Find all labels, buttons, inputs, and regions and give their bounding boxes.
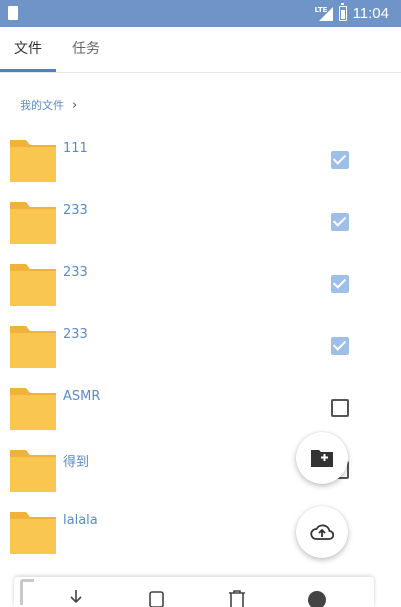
tab-files[interactable]: 文件: [0, 27, 56, 72]
folder-icon: [10, 264, 56, 306]
file-row[interactable]: 111: [0, 128, 401, 190]
file-checkbox[interactable]: [331, 399, 349, 417]
file-checkbox[interactable]: [331, 337, 349, 355]
file-row[interactable]: 233: [0, 252, 401, 314]
file-checkbox[interactable]: [331, 275, 349, 293]
tab-tasks[interactable]: 任务: [58, 27, 114, 72]
file-name: 得到: [63, 455, 90, 470]
folder-icon: [10, 512, 56, 554]
more-icon[interactable]: [306, 587, 328, 607]
file-name: 111: [63, 141, 88, 156]
chevron-right-icon: ›: [72, 97, 78, 113]
folder-icon: [10, 450, 56, 492]
breadcrumb-my-files[interactable]: 我的文件: [20, 97, 64, 113]
file-row[interactable]: 233: [0, 190, 401, 252]
file-checkbox[interactable]: [331, 213, 349, 231]
file-checkbox[interactable]: [331, 151, 349, 169]
delete-icon[interactable]: [226, 587, 248, 607]
folder-icon: [10, 388, 56, 430]
sim-card-icon: [8, 6, 18, 20]
cloud-upload-icon: [310, 524, 334, 540]
status-bar: LTE 11:04: [0, 0, 401, 27]
tab-bar: 文件 任务: [0, 27, 401, 72]
upload-button[interactable]: [296, 506, 348, 558]
file-row[interactable]: ASMR: [0, 376, 401, 438]
breadcrumb[interactable]: 我的文件 ›: [20, 96, 77, 114]
lte-signal-icon: LTE: [315, 6, 333, 22]
folder-icon: [10, 202, 56, 244]
file-row[interactable]: 233: [0, 314, 401, 376]
file-name: 233: [63, 203, 88, 218]
status-bar-right: LTE 11:04: [315, 0, 389, 27]
tab-divider: [0, 72, 401, 73]
download-icon[interactable]: [65, 587, 87, 607]
status-clock: 11:04: [352, 5, 389, 22]
new-folder-icon: [311, 450, 333, 467]
file-name: ASMR: [63, 389, 101, 404]
file-name: lalala: [63, 513, 98, 528]
new-folder-button[interactable]: [296, 432, 348, 484]
toolbar-edge: [20, 579, 34, 605]
file-name: 233: [63, 265, 88, 280]
battery-icon: [338, 3, 347, 21]
file-name: 233: [63, 327, 88, 342]
folder-icon: [10, 326, 56, 368]
copy-icon[interactable]: [146, 587, 168, 607]
folder-icon: [10, 140, 56, 182]
